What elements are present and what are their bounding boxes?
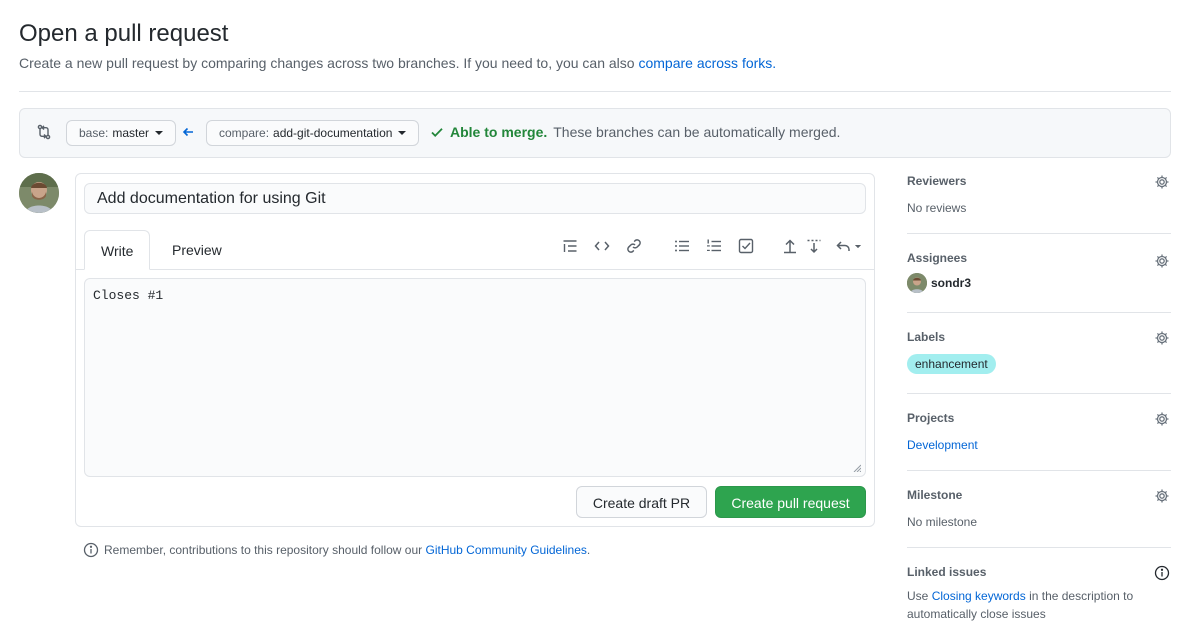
merge-ok-text: Able to merge. — [450, 124, 548, 140]
code-icon[interactable] — [592, 236, 612, 256]
info-icon[interactable] — [1154, 565, 1170, 581]
gear-icon[interactable] — [1154, 330, 1170, 346]
resize-handle-icon[interactable] — [853, 464, 861, 472]
sidebar-divider — [907, 393, 1171, 394]
sidebar-divider — [907, 470, 1171, 471]
assignee-item[interactable]: sondr3 — [907, 273, 1171, 293]
tab-write[interactable]: Write — [84, 230, 151, 270]
base-branch-select[interactable]: base: master — [66, 120, 177, 146]
sidebar-milestone: Milestone No milestone — [907, 488, 1171, 529]
gear-icon[interactable] — [1154, 488, 1170, 504]
merge-status-text: These branches can be automatically merg… — [553, 124, 841, 140]
milestone-heading[interactable]: Milestone — [907, 488, 1171, 502]
check-icon — [430, 125, 444, 139]
sidebar-labels: Labels enhancement — [907, 330, 1171, 374]
upload-icon[interactable] — [780, 236, 800, 256]
reviewers-value: No reviews — [907, 201, 967, 215]
chevron-down-icon — [398, 131, 407, 135]
pr-body-textarea[interactable]: Closes #1 — [84, 278, 866, 477]
sidebar-divider — [907, 233, 1171, 234]
tab-preview[interactable]: Preview — [156, 230, 238, 270]
assignee-username[interactable]: sondr3 — [931, 276, 971, 290]
compare-forks-link[interactable]: compare across forks. — [638, 55, 776, 71]
assignee-avatar — [907, 273, 927, 293]
page-subtitle: Create a new pull request by comparing c… — [19, 55, 777, 71]
bulleted-list-icon[interactable] — [672, 236, 692, 256]
assignees-heading[interactable]: Assignees — [907, 251, 1171, 265]
sidebar-divider — [907, 547, 1171, 548]
git-compare-icon — [36, 124, 52, 140]
task-list-icon[interactable] — [736, 236, 756, 256]
compare-branch-select[interactable]: compare: add-git-documentation — [206, 120, 420, 146]
numbered-list-icon[interactable] — [704, 236, 724, 256]
page-title: Open a pull request — [19, 20, 229, 47]
gear-icon[interactable] — [1154, 174, 1170, 190]
pr-title-input[interactable] — [84, 183, 866, 214]
base-branch-name: master — [112, 126, 150, 140]
info-icon — [83, 542, 99, 558]
linked-issues-text: Use Closing keywords in the description … — [907, 589, 1134, 621]
link-icon[interactable] — [624, 236, 644, 256]
create-draft-pr-button[interactable]: Create draft PR — [576, 486, 707, 518]
sidebar-projects: Projects Development — [907, 411, 1171, 452]
sidebar-divider — [907, 312, 1171, 313]
gear-icon[interactable] — [1154, 411, 1170, 427]
gear-icon[interactable] — [1154, 253, 1170, 269]
closing-keywords-link[interactable]: Closing keywords — [932, 589, 1026, 603]
compare-bar: base: master compare: add-git-documentat… — [19, 108, 1171, 158]
community-guidelines-note: Remember, contributions to this reposito… — [83, 542, 590, 558]
reviewers-heading[interactable]: Reviewers — [907, 174, 1171, 188]
projects-heading[interactable]: Projects — [907, 411, 1171, 425]
pull-request-form: Write Preview Closes #1 Create draft PR … — [75, 173, 875, 527]
chevron-down-icon — [155, 131, 164, 135]
merge-status: Able to merge. These branches can be aut… — [430, 124, 840, 140]
create-pull-request-button[interactable]: Create pull request — [715, 486, 866, 518]
labels-heading[interactable]: Labels — [907, 330, 1171, 344]
linked-issues-heading: Linked issues — [907, 565, 987, 579]
milestone-value: No milestone — [907, 515, 978, 529]
heading-icon[interactable] — [560, 236, 580, 256]
arrow-left-icon — [181, 125, 195, 139]
attach-icon[interactable] — [804, 236, 824, 256]
sidebar-reviewers: Reviewers No reviews — [907, 174, 1171, 215]
sidebar-assignees: Assignees sondr3 — [907, 251, 1171, 293]
project-link[interactable]: Development — [907, 438, 978, 452]
reply-icon[interactable] — [834, 236, 864, 256]
label-badge[interactable]: enhancement — [907, 354, 996, 374]
compare-branch-name: add-git-documentation — [273, 126, 393, 140]
header-divider — [19, 91, 1171, 92]
author-avatar — [19, 173, 59, 213]
community-guidelines-link[interactable]: GitHub Community Guidelines — [426, 543, 587, 557]
sidebar-linked-issues: Linked issues Use Closing keywords in th… — [907, 565, 1171, 623]
